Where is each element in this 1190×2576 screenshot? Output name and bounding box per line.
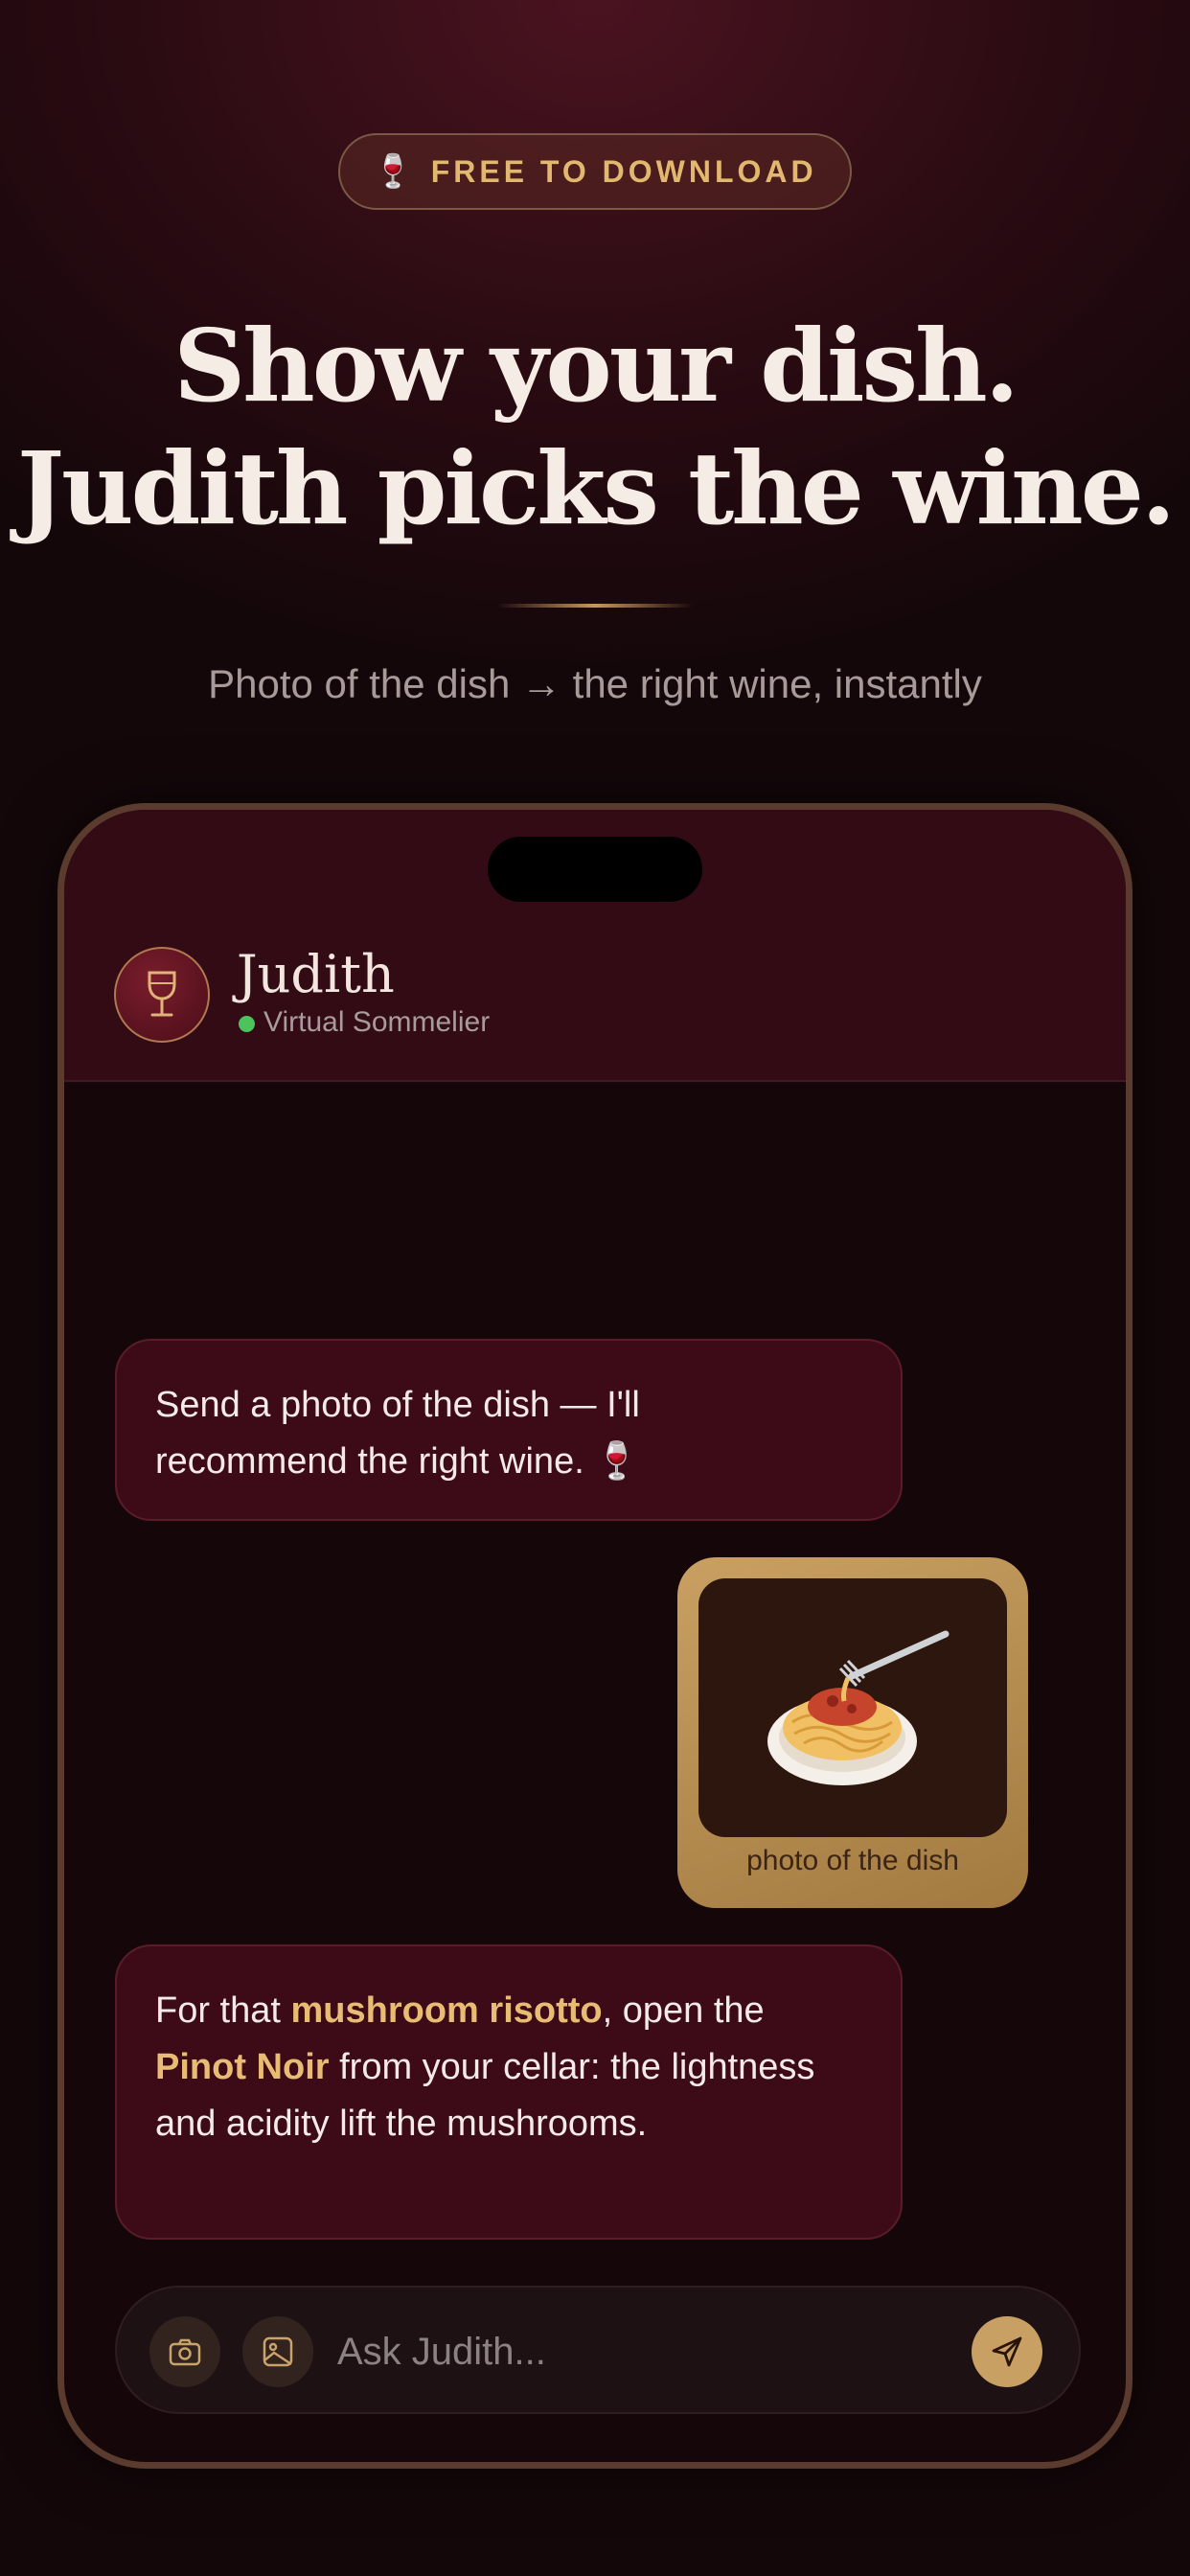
phone-mockup: Judith Virtual Sommelier Send a photo of… [57,803,1133,2469]
reply-text: For that [155,1990,291,2031]
free-download-badge[interactable]: 🍷 FREE TO DOWNLOAD [338,133,852,210]
wine-highlight: Pinot Noir [155,2047,330,2087]
message-text-cont: recommend the right wine. 🍷 [155,1441,640,1482]
image-icon [263,2336,293,2367]
photo-caption: photo of the dish [746,1845,959,1876]
spaghetti-icon [767,1630,950,1785]
dish-highlight: mushroom risotto [290,1990,603,2031]
assistant-message-bubble: Send a photo of the dish — I'll recommen… [115,1339,903,1521]
dynamic-island [488,837,702,902]
gallery-button[interactable] [242,2316,313,2387]
camera-icon [169,2338,201,2366]
wine-glass-icon: 🍷 [373,153,414,190]
message-text: Send a photo of the dish — I'll [155,1385,640,1425]
avatar[interactable] [114,947,210,1043]
divider [497,604,693,608]
subtitle: Photo of the dish → the right wine, inst… [208,661,982,706]
send-button[interactable] [972,2316,1042,2387]
headline-line-2: Judith picks the wine. [16,429,1176,547]
camera-button[interactable] [149,2316,220,2387]
contact-name: Judith [237,944,395,1004]
assistant-reply-bubble: For that mushroom risotto, open the Pino… [115,1944,903,2240]
dish-photo-message[interactable]: photo of the dish [677,1557,1028,1908]
online-status-dot [239,1016,255,1032]
send-icon [992,2336,1022,2367]
reply-text: , open the [602,1990,765,2031]
headline: Show your dish. Judith picks the wine. [0,305,1190,550]
message-composer [115,2286,1081,2414]
contact-role: Virtual Sommelier [263,1006,491,1038]
wine-glass-icon [148,971,176,1017]
headline-line-1: Show your dish. [173,307,1019,425]
message-input[interactable] [335,2326,914,2378]
badge-label: FREE TO DOWNLOAD [430,153,817,189]
dish-photo [698,1578,1007,1837]
chat-header: Judith Virtual Sommelier [64,810,1126,1082]
